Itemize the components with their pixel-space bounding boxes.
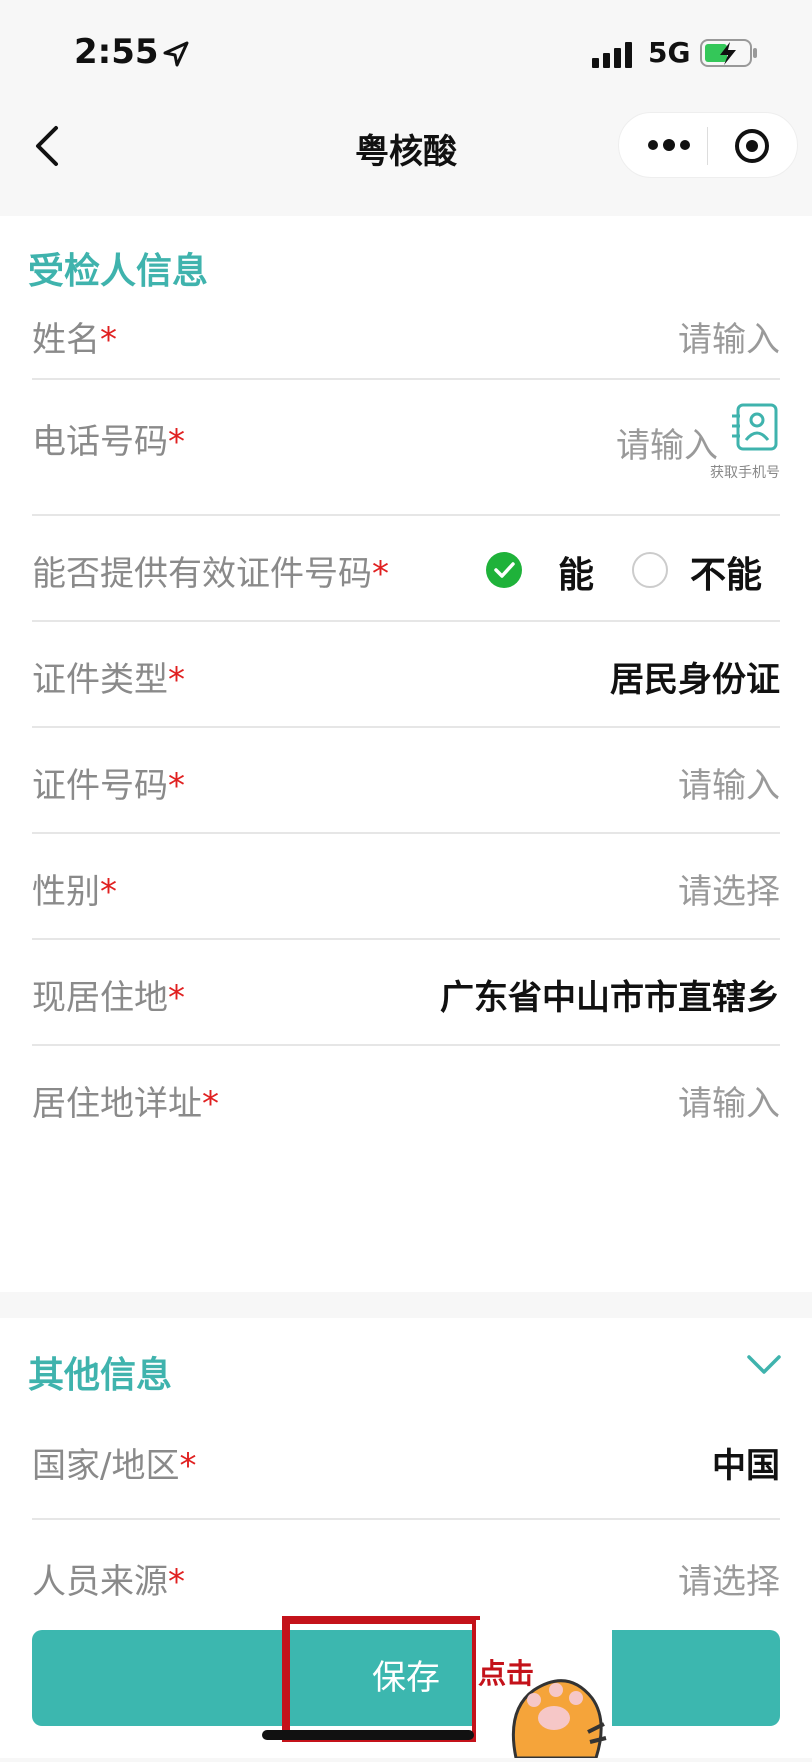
home-indicator — [262, 1730, 474, 1740]
nav-bar: 粤核酸 — [0, 100, 812, 192]
more-icon[interactable] — [647, 133, 691, 157]
field-label: 电话号码* — [32, 422, 185, 462]
field-label: 国家/地区* — [32, 1446, 197, 1486]
residence-select[interactable]: 广东省中山市市直辖乡 — [440, 970, 780, 1019]
field-label: 证件类型* — [32, 660, 185, 700]
battery-icon — [700, 39, 757, 67]
radio-yes-label[interactable]: 能 — [558, 546, 594, 598]
address-input[interactable]: 请输入 — [678, 1076, 780, 1125]
field-country[interactable]: 国家/地区* 中国 — [32, 1404, 780, 1520]
field-label: 能否提供有效证件号码* — [32, 554, 389, 594]
radio-no[interactable] — [632, 552, 668, 588]
radio-no-label[interactable]: 不能 — [690, 546, 762, 598]
examinee-info-card: 受检人信息 姓名* 请输入 电话号码* 请输入 获取手机号 能否提供有效证件号码… — [0, 216, 812, 1292]
field-gender[interactable]: 性别* 请选择 — [32, 834, 780, 940]
network-type: 5G — [648, 36, 691, 69]
field-label: 姓名* — [32, 320, 117, 360]
location-arrow-icon — [163, 41, 189, 67]
target-icon[interactable] — [733, 127, 771, 165]
id-type-select[interactable]: 居民身份证 — [610, 652, 780, 701]
field-address[interactable]: 居住地详址* 请输入 — [32, 1046, 780, 1152]
gender-select[interactable]: 请选择 — [678, 864, 780, 913]
phone-input[interactable]: 请输入 — [616, 418, 718, 467]
field-label: 证件号码* — [32, 766, 185, 806]
check-icon — [494, 562, 515, 578]
contact-card-icon[interactable] — [730, 402, 780, 452]
country-select[interactable]: 中国 — [712, 1438, 780, 1487]
field-label: 现居住地* — [32, 978, 185, 1018]
section-title-other: 其他信息 — [28, 1355, 173, 1396]
status-bar: 2:55 5G — [0, 0, 812, 100]
highlight-box — [282, 1616, 480, 1742]
mini-program-capsule — [618, 112, 798, 178]
name-input[interactable]: 请输入 — [678, 312, 780, 361]
chevron-down-icon[interactable] — [746, 1354, 782, 1376]
signal-icon — [592, 42, 632, 68]
field-label: 人员来源* — [32, 1562, 185, 1602]
radio-yes[interactable] — [486, 552, 522, 588]
field-name[interactable]: 姓名* 请输入 — [32, 286, 780, 380]
field-id-number[interactable]: 证件号码* 请输入 — [32, 728, 780, 834]
id-number-input[interactable]: 请输入 — [678, 758, 780, 807]
field-has-id: 能否提供有效证件号码* 能 不能 — [32, 516, 780, 622]
field-label: 性别* — [32, 872, 117, 912]
source-select[interactable]: 请选择 — [678, 1554, 780, 1603]
field-source[interactable]: 人员来源* 请选择 — [32, 1520, 780, 1626]
get-phone-hint[interactable]: 获取手机号 — [710, 462, 780, 482]
sticker-text: 点击 — [478, 1657, 535, 1690]
status-time: 2:55 — [74, 32, 159, 72]
field-id-type[interactable]: 证件类型* 居民身份证 — [32, 622, 780, 728]
capsule-divider — [707, 127, 708, 165]
field-residence[interactable]: 现居住地* 广东省中山市市直辖乡 — [32, 940, 780, 1046]
field-label: 居住地详址* — [32, 1084, 219, 1124]
field-phone[interactable]: 电话号码* 请输入 获取手机号 — [32, 380, 780, 516]
